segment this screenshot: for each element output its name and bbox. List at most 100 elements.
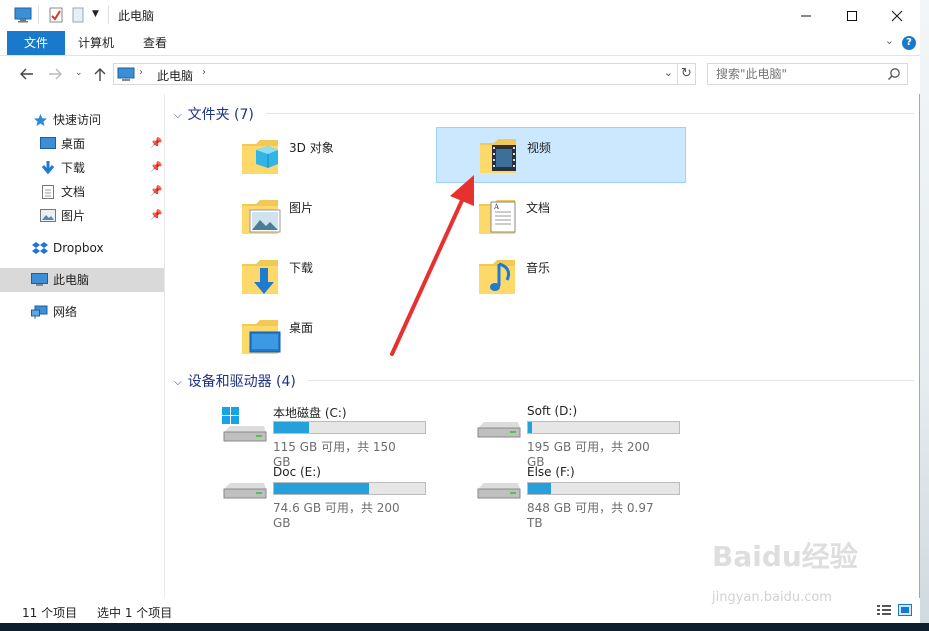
ribbon-expand-icon[interactable]: ⌄ — [885, 34, 894, 47]
forward-arrow-icon — [49, 68, 62, 80]
address-dropdown-icon[interactable]: ⌄ — [664, 66, 673, 79]
breadcrumb-this-pc[interactable]: 此电脑 — [157, 67, 193, 84]
music-folder-icon — [479, 260, 515, 294]
collapse-chevron-icon[interactable]: ⌵ — [174, 110, 182, 121]
nav-network[interactable]: 网络 — [0, 300, 164, 324]
nav-item-pictures[interactable]: 图片 📌 — [0, 204, 164, 228]
drive-name: Soft (D:) — [527, 404, 578, 418]
folder-documents[interactable]: A 文档 — [436, 188, 686, 244]
quick-access-toolbar-dropdown-icon[interactable]: ▼ — [92, 9, 99, 19]
windows-drive-icon — [222, 407, 267, 442]
address-bar[interactable]: › 此电脑 › ⌄ — [113, 63, 678, 85]
content-pane: ⌵ 文件夹 (7) 3D 对象 视频 图片 A 文档 下载 音乐 桌面 ⌵ 设备… — [166, 94, 918, 598]
desktop-background — [920, 0, 929, 631]
ribbon: 文件 计算机 查看 ⌄ ? — [0, 31, 920, 56]
divider — [266, 113, 914, 114]
details-view-icon[interactable] — [877, 604, 891, 616]
nav-this-pc[interactable]: 此电脑 — [0, 268, 164, 292]
nav-item-downloads[interactable]: 下载 📌 — [0, 156, 164, 180]
drive-usage-bar — [273, 421, 426, 434]
group-title: 设备和驱动器 (4) — [187, 374, 296, 390]
nav-quick-access[interactable]: 快速访问 — [0, 108, 164, 132]
nav-label: 图片 — [61, 209, 86, 223]
folder-downloads[interactable]: 下载 — [182, 248, 432, 304]
drive-d[interactable]: Soft (D:) 195 GB 可用，共 200 GB — [420, 400, 680, 469]
pin-icon[interactable]: 📌 — [150, 156, 162, 180]
drive-usage-fill — [274, 422, 309, 433]
folder-label: 下载 — [289, 261, 314, 275]
drive-usage-fill — [528, 422, 532, 433]
computer-icon — [117, 67, 135, 81]
tab-computer[interactable]: 计算机 — [64, 31, 128, 55]
new-folder-icon[interactable] — [72, 7, 84, 23]
search-box[interactable] — [707, 63, 908, 85]
collapse-chevron-icon[interactable]: ⌵ — [174, 377, 182, 388]
document-icon — [42, 185, 54, 199]
nav-label: 文档 — [61, 185, 86, 199]
folder-videos[interactable]: 视频 — [436, 127, 686, 183]
folder-desktop[interactable]: 桌面 — [182, 308, 432, 364]
selection-count: 选中 1 个项目 — [97, 606, 173, 620]
large-icons-view-icon[interactable] — [898, 604, 912, 616]
folder-label: 桌面 — [289, 321, 314, 335]
pin-icon[interactable]: 📌 — [150, 132, 162, 156]
tab-file[interactable]: 文件 — [7, 31, 65, 55]
folder-label: 文档 — [526, 201, 551, 215]
maximize-button[interactable] — [829, 0, 875, 31]
tab-view[interactable]: 查看 — [129, 31, 181, 55]
watermark-logo: Baidu经验 — [712, 540, 858, 573]
pictures-folder-icon — [242, 200, 281, 234]
drive-e[interactable]: Doc (E:) 74.6 GB 可用，共 200 GB — [166, 461, 426, 530]
minimize-icon — [801, 15, 811, 16]
drive-usage-bar — [527, 421, 680, 434]
desktop-icon — [40, 137, 56, 149]
nav-dropbox[interactable]: Dropbox — [0, 236, 164, 260]
hard-drive-icon — [477, 422, 521, 438]
divider — [308, 380, 914, 381]
window-title: 此电脑 — [118, 9, 155, 23]
folder-3d-objects[interactable]: 3D 对象 — [182, 128, 432, 184]
drive-usage-bar — [273, 482, 426, 495]
maximize-icon — [847, 10, 857, 21]
nav-label: 快速访问 — [53, 113, 102, 127]
navigation-pane: 快速访问 桌面 📌 下载 📌 文档 📌 图片 📌 Dropbox 此电脑 网络 — [0, 94, 165, 598]
folders-group-header[interactable]: ⌵ 文件夹 (7) — [174, 104, 254, 124]
pin-icon[interactable]: 📌 — [150, 180, 162, 204]
picture-icon — [40, 209, 56, 222]
help-icon[interactable]: ? — [902, 36, 916, 50]
documents-folder-icon: A — [479, 200, 516, 234]
back-button[interactable] — [20, 68, 34, 84]
hard-drive-icon — [223, 483, 267, 499]
pin-icon[interactable]: 📌 — [150, 204, 162, 228]
breadcrumb-separator-icon[interactable]: › — [202, 67, 206, 78]
item-count: 11 个项目 — [22, 606, 78, 620]
up-button[interactable] — [94, 68, 106, 86]
explorer-window: ▼ 此电脑 文件 计算机 查看 ⌄ ? ⌄ › 此电脑 › ⌄ ↻ 搜索"此电脑… — [0, 0, 920, 631]
recent-locations-dropdown-icon[interactable]: ⌄ — [75, 68, 83, 78]
properties-icon[interactable] — [49, 7, 63, 23]
star-icon — [34, 114, 47, 126]
drives-group-header[interactable]: ⌵ 设备和驱动器 (4) — [174, 371, 296, 391]
nav-label: 网络 — [53, 305, 78, 319]
folder-music[interactable]: 音乐 — [436, 248, 686, 304]
back-arrow-icon — [20, 68, 33, 80]
nav-label: Dropbox — [53, 241, 104, 255]
breadcrumb-separator-icon[interactable]: › — [139, 67, 143, 78]
forward-button[interactable] — [48, 68, 62, 84]
nav-label: 此电脑 — [53, 273, 90, 287]
drive-usage-fill — [528, 483, 551, 494]
watermark-url: jingyan.baidu.com — [712, 590, 832, 605]
close-button[interactable] — [874, 0, 920, 31]
nav-label: 桌面 — [61, 137, 86, 151]
nav-item-desktop[interactable]: 桌面 📌 — [0, 132, 164, 156]
search-input[interactable] — [716, 67, 876, 81]
nav-item-documents[interactable]: 文档 📌 — [0, 180, 164, 204]
drive-f[interactable]: Else (F:) 848 GB 可用，共 0.97 TB — [420, 461, 680, 530]
drive-c[interactable]: 本地磁盘 (C:) 115 GB 可用，共 150 GB — [166, 400, 426, 469]
folder-pictures[interactable]: 图片 — [182, 188, 432, 244]
refresh-button[interactable]: ↻ — [678, 63, 696, 85]
desktop-folder-icon — [242, 320, 281, 354]
drive-usage-fill — [274, 483, 369, 494]
minimize-button[interactable] — [783, 0, 829, 31]
search-icon[interactable] — [887, 67, 901, 81]
